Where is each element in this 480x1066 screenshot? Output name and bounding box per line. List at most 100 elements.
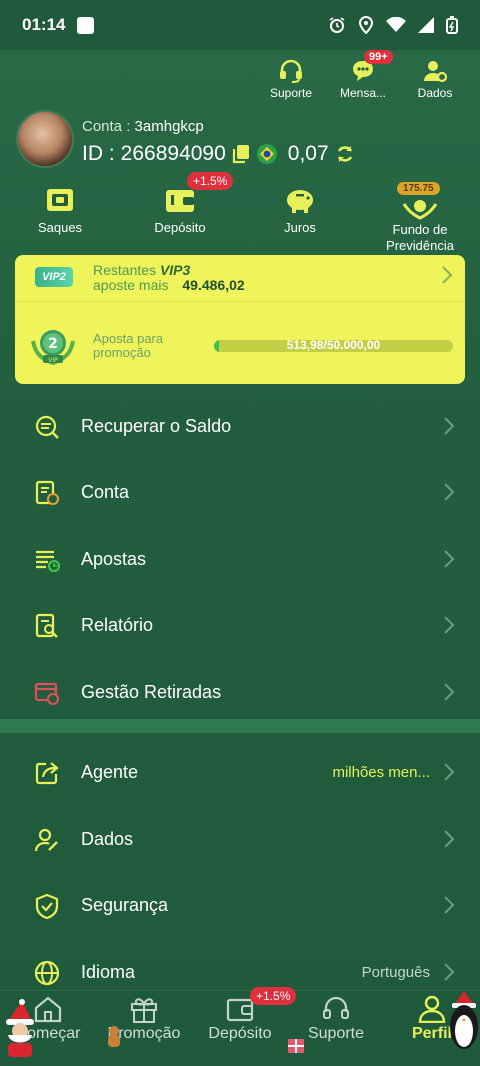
chevron-right-icon (444, 550, 455, 568)
header-actions: Suporte 99+ Mensa... Dados (262, 50, 464, 100)
menu-security[interactable]: Segurança (0, 872, 480, 938)
vip-next-level: VIP3 (159, 262, 191, 278)
deposit-label: Depósito (154, 220, 206, 235)
menu-value: milhões men... (332, 763, 430, 781)
menu-label: Apostas (81, 548, 147, 569)
menu-bets[interactable]: Apostas (0, 526, 480, 592)
id-line: ID : 266894090 0,07 (82, 142, 355, 166)
vip-promo-line-1: Aposta para (93, 331, 164, 346)
avatar[interactable] (16, 110, 74, 168)
menu-label: Conta (81, 481, 130, 502)
gingerbread-decoration-icon (108, 1026, 120, 1047)
messages-button[interactable]: 99+ Mensa... (334, 50, 393, 100)
penguin-decoration-icon (450, 991, 478, 1049)
menu-label: Dados (81, 828, 134, 849)
gift-icon (131, 998, 157, 1023)
globe-icon (34, 960, 60, 986)
refresh-icon[interactable] (335, 144, 355, 164)
support-label: Suporte (269, 86, 313, 100)
vip-card[interactable]: VIP2 Restantes VIP3 aposte mais 49.486,0… (15, 255, 465, 384)
vip-remaining-line: Restantes VIP3 (93, 262, 190, 278)
support-button[interactable]: Suporte (262, 54, 320, 100)
menu-label: Agente (81, 761, 139, 782)
vip-medal-level: 2 (48, 336, 58, 352)
location-icon (358, 16, 374, 34)
menu-value: Português (361, 963, 430, 981)
chevron-right-icon (444, 483, 455, 501)
menu-data[interactable]: Dados (0, 806, 480, 872)
account-doc-icon (35, 480, 59, 505)
bottom-nav: Começar Promoção +1.5% Depósito Suporte (0, 987, 480, 1066)
santa-decoration-icon (6, 999, 34, 1057)
vip-bet-more-label: aposte mais (93, 277, 169, 293)
nav-label: Depósito (208, 1025, 272, 1042)
chevron-right-icon (444, 830, 455, 848)
withdraw-manage-icon (34, 682, 59, 705)
deposit-button[interactable]: +1.5% Depósito (135, 172, 234, 236)
status-bar: 01:14 (0, 0, 480, 50)
vip-medal-text: VIP (48, 357, 58, 364)
vip-promo-line-2: promoção (93, 345, 151, 360)
menu-label: Segurança (81, 894, 169, 915)
wifi-icon (386, 17, 406, 32)
chevron-right-icon (444, 763, 455, 781)
report-search-icon (35, 613, 58, 638)
quick-actions: Saques +1.5% Depósito Juros 175.75 Fundo… (0, 172, 480, 254)
pension-fund-label: Fundo de Previdência (386, 222, 454, 253)
data-button[interactable]: Dados (406, 54, 464, 100)
withdraw-button[interactable]: Saques (15, 180, 105, 236)
chevron-right-icon (444, 417, 455, 435)
messages-badge: 99+ (364, 50, 393, 64)
menu-recover-balance[interactable]: Recuperar o Saldo (0, 393, 480, 459)
recover-balance-icon (35, 415, 59, 439)
menu-report[interactable]: Relatório (0, 592, 480, 658)
brazil-flag-icon (256, 144, 277, 164)
menu-label: Relatório (81, 614, 154, 635)
person-icon (418, 995, 446, 1023)
pension-fund-button[interactable]: 175.75 Fundo de Previdência (375, 180, 465, 254)
cash-icon (47, 189, 73, 211)
vip-bet-more-value: 49.486,02 (182, 277, 245, 293)
data-label: Dados (417, 86, 453, 100)
menu-account[interactable]: Conta (0, 459, 480, 525)
menu-label: Gestão Retiradas (81, 681, 222, 702)
menu-withdraw-management[interactable]: Gestão Retiradas (0, 659, 480, 725)
account-line: Conta : 3amhgkcp (82, 118, 204, 135)
user-gear-icon (424, 61, 448, 83)
present-decoration-icon (288, 1039, 304, 1053)
chevron-right-icon (442, 266, 453, 284)
notification-icon (77, 16, 95, 34)
piggy-bank-icon (287, 190, 313, 213)
account-name: 3amhgkcp (134, 118, 204, 135)
interest-button[interactable]: Juros (255, 180, 345, 236)
headset-icon (323, 996, 349, 1019)
battery-icon (446, 16, 458, 34)
profile-section: Conta : 3amhgkcp ID : 266894090 0,07 (16, 110, 464, 170)
share-icon (35, 762, 59, 785)
signal-icon (418, 17, 434, 33)
vip-promo-label: Aposta para promoção (93, 332, 163, 360)
user-edit-icon (34, 828, 58, 852)
app-root: 01:14 Suporte 99+ Mensa... Dados Conta:… (0, 0, 480, 1066)
vip-level-tag: VIP2 (35, 267, 73, 287)
interest-label: Juros (284, 220, 316, 235)
menu-label: Idioma (81, 961, 136, 982)
copy-icon[interactable] (232, 144, 250, 164)
headset-icon (280, 59, 302, 83)
menu-label: Recuperar o Saldo (81, 415, 232, 436)
vip-bet-more-line: aposte mais 49.486,02 (93, 277, 245, 293)
shield-check-icon (35, 893, 59, 919)
vip-medal-icon: 2 VIP (29, 327, 77, 372)
menu-agent[interactable]: Agente milhões men... (0, 739, 480, 805)
wallet-icon (166, 190, 194, 212)
deposit-bonus-badge: +1.5% (187, 172, 234, 190)
nav-deposit[interactable]: +1.5% Depósito (192, 987, 297, 1043)
alarm-icon (329, 17, 345, 33)
vip-remaining-row[interactable]: VIP2 Restantes VIP3 aposte mais 49.486,0… (15, 255, 465, 302)
chevron-right-icon (444, 963, 455, 981)
pension-fund-badge: 175.75 (397, 182, 440, 195)
messages-label: Mensa... (339, 86, 387, 100)
id-label: ID : (82, 142, 115, 165)
section-divider (0, 719, 480, 733)
bets-list-icon (36, 550, 60, 573)
